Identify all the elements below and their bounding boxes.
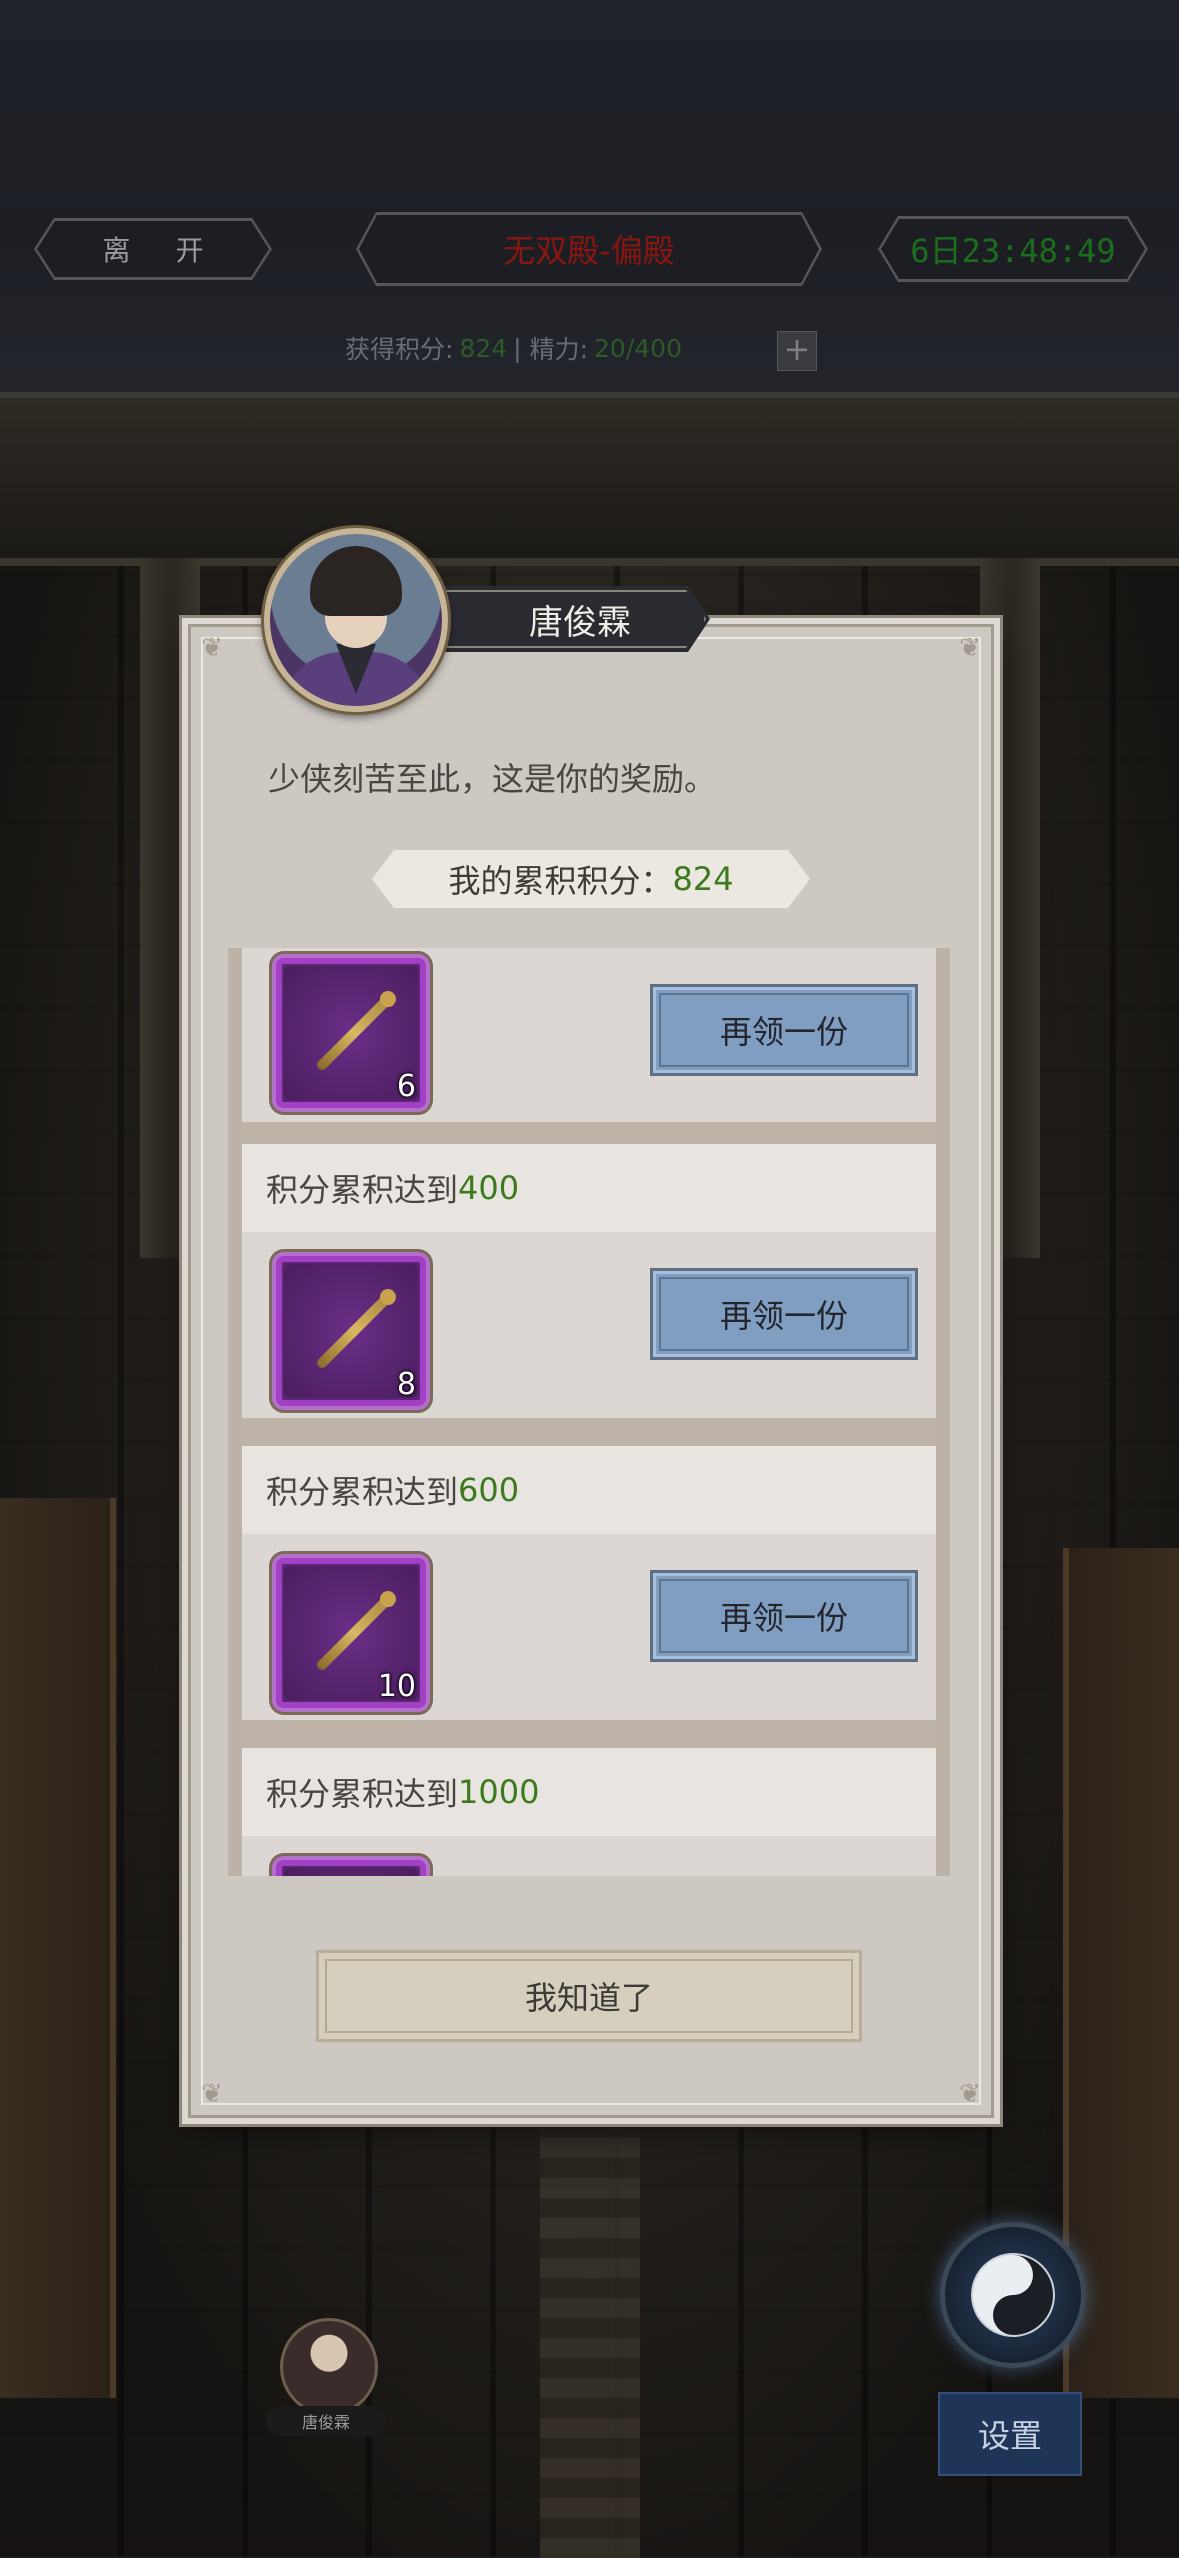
settings-button[interactable]: 设置 — [938, 2392, 1082, 2476]
add-energy-button[interactable]: + — [777, 331, 817, 371]
threshold-value: 1000 — [458, 1773, 540, 1811]
energy-label: 精力: — [529, 335, 589, 364]
my-score-value: 824 — [672, 860, 734, 898]
claim-again-button[interactable]: 再领一份 — [650, 1268, 918, 1360]
item-quantity: 6 — [396, 1069, 416, 1104]
floor-runner — [540, 2098, 640, 2558]
npc-name-plate: 唐俊霖 — [420, 586, 710, 652]
claim-again-button[interactable]: 再领一份 — [650, 984, 918, 1076]
leave-button[interactable]: 离 开 — [34, 218, 272, 280]
player-avatar[interactable] — [280, 2318, 378, 2416]
item-quantity: 8 — [396, 1367, 416, 1402]
item-slot[interactable]: 6 — [272, 954, 430, 1112]
reward-row-header: 积分累积达到 1000 — [242, 1748, 936, 1836]
npc-name: 唐俊霖 — [529, 602, 631, 643]
threshold-prefix: 积分累积达到 — [266, 1775, 459, 1813]
score-label: 获得积分: — [345, 335, 454, 364]
ceiling — [0, 398, 1179, 566]
timer-plate: 6日23:48:49 — [878, 216, 1148, 282]
stats-line: 获得积分: 824 | 精力: 20/400 — [345, 330, 688, 366]
threshold-prefix: 积分累积达到 — [266, 1171, 459, 1209]
corner-ornament: ❦ — [959, 2079, 981, 2109]
reward-row: 8 再领一份 — [242, 1232, 936, 1432]
score-value: 824 — [459, 333, 508, 363]
confirm-button[interactable]: 我知道了 — [316, 1950, 862, 2042]
weapon-rack-left — [0, 1498, 116, 2398]
corner-ornament: ❦ — [201, 633, 223, 663]
energy-value: 20/400 — [594, 333, 682, 363]
countdown-timer: 6日23:48:49 — [910, 232, 1116, 270]
hall-title-plate: 无双殿-偏殿 — [356, 212, 822, 286]
taiji-icon[interactable] — [940, 2222, 1086, 2368]
reward-row-header: 积分累积达到 600 — [242, 1446, 936, 1534]
npc-portrait — [264, 528, 448, 712]
threshold-prefix: 积分累积达到 — [266, 1473, 459, 1511]
top-bar: 离 开 无双殿-偏殿 6日23:48:49 获得积分: 824 | 精力: 20… — [0, 0, 1179, 398]
threshold-value: 600 — [458, 1471, 520, 1509]
item-slot[interactable] — [272, 1856, 430, 1876]
reward-row-header: 积分累积达到 400 — [242, 1144, 936, 1232]
hall-title: 无双殿-偏殿 — [503, 232, 675, 270]
item-slot[interactable]: 10 — [272, 1554, 430, 1712]
reward-row: 6 再领一份 — [242, 948, 936, 1136]
player-avatar-label: 唐俊霖 — [266, 2406, 386, 2436]
my-score-label: 我的累积积分： — [448, 862, 673, 900]
my-score-banner: 我的累积积分： 824 — [372, 850, 810, 908]
stats-separator: | — [513, 333, 522, 363]
corner-ornament: ❦ — [201, 2079, 223, 2109]
item-quantity: 10 — [377, 1669, 416, 1704]
reward-list[interactable]: 6 再领一份 积分累积达到 400 8 再领一份 积分累积达到 600 10 再领一… — [228, 948, 950, 1876]
leave-button-label: 离 开 — [102, 234, 222, 267]
dialog-greeting: 少侠刻苦至此，这是你的奖励。 — [268, 760, 717, 798]
item-slot[interactable]: 8 — [272, 1252, 430, 1410]
threshold-value: 400 — [458, 1169, 520, 1207]
claim-again-button[interactable]: 再领一份 — [650, 1570, 918, 1662]
reward-row: 10 再领一份 — [242, 1534, 936, 1734]
corner-ornament: ❦ — [959, 633, 981, 663]
reward-row — [242, 1836, 936, 1876]
